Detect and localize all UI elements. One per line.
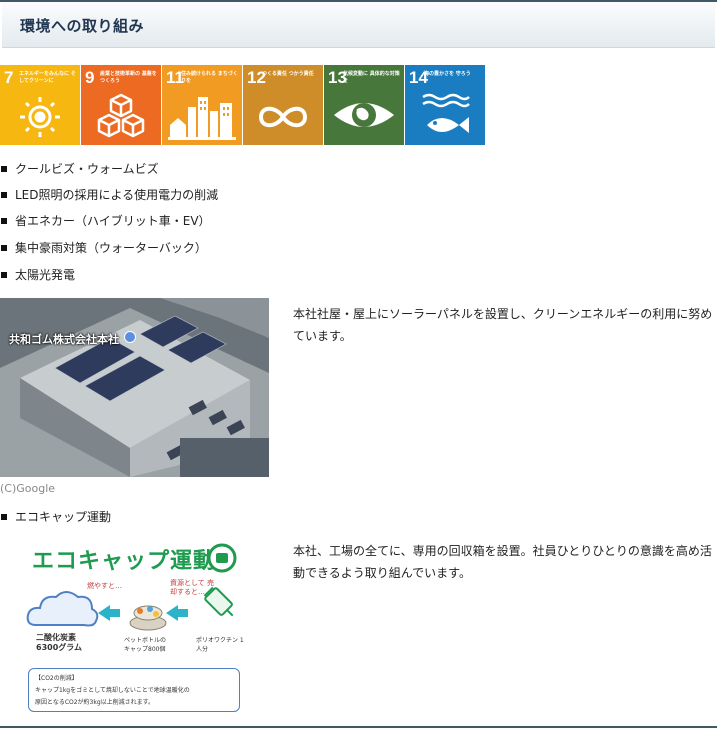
sdg-caption: つくる責任 つかう責任 xyxy=(262,71,314,77)
sdg-11-tile: 11 住み続けられる まちづくりを xyxy=(162,65,242,145)
cloud-icon xyxy=(26,591,99,627)
list-item-text: 集中豪雨対策（ウォーターバック） xyxy=(15,241,207,255)
sdg-12-tile: 12 つくる責任 つかう責任 xyxy=(243,65,323,145)
co2-info-box: 【CO2の削減】 キャップ1kgをゴミとして焼却しないことで地球温暖化の 原因と… xyxy=(28,668,240,712)
bullet-square-icon xyxy=(1,244,7,251)
bullet-square-icon xyxy=(1,271,7,278)
fish-icon xyxy=(422,93,470,133)
bottom-rule xyxy=(0,726,717,728)
bottle-label: ペットボトルの キャップ800個 xyxy=(124,637,167,653)
photo-credit: (C)Google xyxy=(0,482,56,495)
sdg-9-tile: 9 産業と技術革新の 基盤をつくろう xyxy=(81,65,161,145)
sun-icon xyxy=(20,97,60,137)
city-icon xyxy=(168,97,236,140)
bullet-square-icon xyxy=(1,513,7,520)
co2-box-title: 【CO2の削減】 xyxy=(35,675,78,682)
recycle-cap-icon xyxy=(207,543,237,573)
map-pin-icon xyxy=(124,331,136,343)
list-item-text: クールビズ・ウォームビズ xyxy=(15,162,159,176)
sdg-number: 7 xyxy=(4,68,14,87)
list-item-text: 省エネカー（ハイブリット車・EV） xyxy=(15,214,211,228)
sdg-caption: 住み続けられる まちづくりを xyxy=(181,71,238,84)
infinity-icon xyxy=(258,106,308,128)
list-item: 太陽光発電 xyxy=(0,266,75,283)
burn-label: 燃やすと… xyxy=(87,582,122,590)
list-item-text: 太陽光発電 xyxy=(15,268,76,282)
sdg-number: 9 xyxy=(85,68,95,87)
list-item-text: LED照明の採用による使用電力の削減 xyxy=(15,188,219,202)
bullet-square-icon xyxy=(1,217,7,224)
bullet-square-icon xyxy=(1,191,7,198)
list-item: 集中豪雨対策（ウォーターバック） xyxy=(0,239,207,256)
arrow-left-icon xyxy=(110,609,120,617)
list-item: エコキャップ運動 xyxy=(0,508,111,525)
list-item: 省エネカー（ハイブリット車・EV） xyxy=(0,212,211,229)
sdg-caption: 気候変動に 具体的な対策を xyxy=(343,71,400,84)
ecocap-image-title: エコキャップ運動 xyxy=(32,549,217,574)
ecocap-illustration: エコキャップ運動 燃やすと… 資源として 売却すると… 二酸化炭素 6300グラ… xyxy=(0,533,269,717)
section-header: 環境への取り組み xyxy=(2,2,715,48)
bullet-square-icon xyxy=(1,165,7,172)
list-item: LED照明の採用による使用電力の削減 xyxy=(0,186,218,203)
list-item: クールビズ・ウォームビズ xyxy=(0,160,159,177)
arrow-left-icon xyxy=(178,609,188,617)
sdg-13-tile: 13 気候変動に 具体的な対策を xyxy=(324,65,404,145)
sdg-14-tile: 14 海の豊かさを 守ろう xyxy=(405,65,485,145)
co2-box-text: 原因となるCO2が約3kg以上削減されます。 xyxy=(35,699,155,706)
photo-map-label: 共和ゴム株式会社本社 xyxy=(9,333,119,346)
co2-label: 二酸化炭素 6300グラム xyxy=(36,633,83,652)
vaccine-label: ポリオワクチン 1人分 xyxy=(196,637,244,653)
syringe-icon xyxy=(203,586,234,617)
sdg-icons: 7 エネルギーをみんなに そしてクリーンに 9 産業と技術革新の 基盤をつくろう… xyxy=(0,65,488,145)
bottle-caps-icon xyxy=(129,605,167,631)
sdg-caption: エネルギーをみんなに そしてクリーンに xyxy=(19,71,76,84)
arrow-left-icon xyxy=(166,605,178,621)
sdg-caption: 産業と技術革新の 基盤をつくろう xyxy=(100,71,157,84)
arrow-left-icon xyxy=(98,605,110,621)
solar-aerial-photo: 共和ゴム株式会社本社 xyxy=(0,298,269,477)
ecocap-description: 本社、工場の全てに、専用の回収箱を設置。社員ひとりひとりの意識を高め活動できるよ… xyxy=(293,544,712,580)
list-item-text: エコキャップ運動 xyxy=(15,510,112,524)
section-title: 環境への取り組み xyxy=(20,17,145,35)
co2-box-text: キャップ1kgをゴミとして焼却しないことで地球温暖化の xyxy=(35,687,190,694)
cubes-icon xyxy=(97,93,145,138)
eye-globe-icon xyxy=(334,103,394,127)
sdg-7-tile: 7 エネルギーをみんなに そしてクリーンに xyxy=(0,65,80,145)
solar-description: 本社社屋・屋上にソーラーパネルを設置し、クリーンエネルギーの利用に努めています。 xyxy=(293,307,713,343)
sdg-caption: 海の豊かさを 守ろう xyxy=(424,71,471,77)
